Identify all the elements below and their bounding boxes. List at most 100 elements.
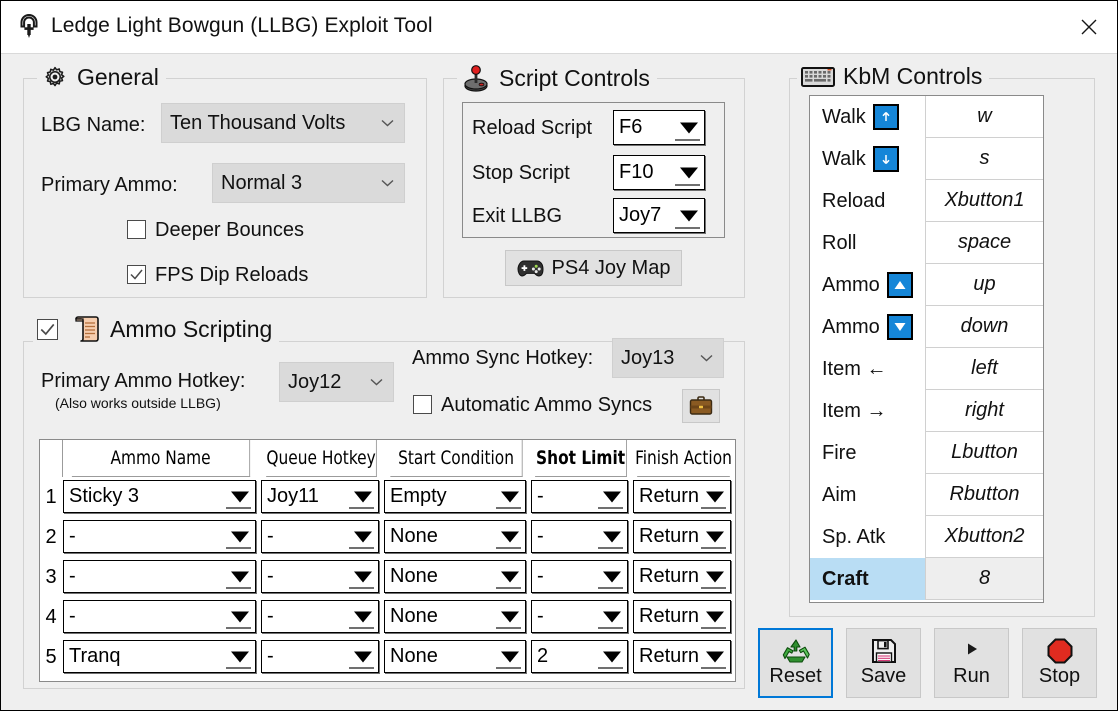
general-group-label: General <box>77 63 159 90</box>
ammo-queue-hotkey-select[interactable]: - <box>261 640 379 673</box>
combobox-underline <box>496 587 521 589</box>
kbm-action-label: Ammo <box>822 273 880 296</box>
ammo-start-condition-select[interactable]: Empty <box>384 480 526 513</box>
ammo-start-condition-select[interactable]: None <box>384 520 526 553</box>
script-controls-group-label: Script Controls <box>499 64 650 91</box>
ammo-shot-limit-select[interactable]: - <box>531 520 628 553</box>
kbm-row[interactable]: Roll space <box>810 222 1043 264</box>
ammo-sync-hotkey-value: Joy13 <box>621 346 675 369</box>
kbm-row[interactable]: Sp. Atk Xbutton2 <box>810 516 1043 558</box>
ammo-start-condition-select[interactable]: None <box>384 600 526 633</box>
primary-ammo-hotkey-note: (Also works outside LLBG) <box>55 395 221 411</box>
combobox-underline <box>701 547 726 549</box>
ammo-ammo-name-select[interactable]: - <box>63 520 256 553</box>
ammo-shot-limit-select[interactable]: 2 <box>531 640 628 673</box>
ammo-start-condition-select[interactable]: None <box>384 560 526 593</box>
gamepad-icon <box>517 259 544 278</box>
reset-button[interactable]: Reset <box>758 628 833 698</box>
ammo-start-condition-select[interactable]: None <box>384 640 526 673</box>
kbm-row[interactable]: Walk s <box>810 138 1043 180</box>
automatic-ammo-syncs-checkbox[interactable] <box>413 395 432 414</box>
triangle-down-icon <box>354 611 372 622</box>
kbm-row[interactable]: Ammo down <box>810 306 1043 348</box>
kbm-action-cell: Ammo <box>810 264 925 306</box>
kbm-row[interactable]: Aim Rbutton <box>810 474 1043 516</box>
ammo-queue-hotkey-select[interactable]: - <box>261 520 379 553</box>
exit-llbg-select[interactable]: Joy7 <box>613 198 705 233</box>
bowgun-icon <box>13 11 45 43</box>
triangle-down-icon <box>706 611 724 622</box>
ammo-finish-action-select[interactable]: Return <box>633 520 731 553</box>
save-button[interactable]: Save <box>846 628 921 698</box>
fps-dip-reloads-checkbox[interactable] <box>127 265 146 284</box>
kbm-key-label: space <box>957 231 1012 253</box>
reset-label: Reset <box>769 665 822 687</box>
kbm-row[interactable]: Fire Lbutton <box>810 432 1043 474</box>
ammo-sync-briefcase-button[interactable] <box>682 389 720 423</box>
ammo-row-number: 2 <box>45 525 57 548</box>
combobox-underline <box>598 587 623 589</box>
reload-script-select[interactable]: F6 <box>613 110 705 145</box>
ammo-shot-limit-select[interactable]: - <box>531 560 628 593</box>
triangle-down-icon <box>501 531 519 542</box>
stop-script-select[interactable]: F10 <box>613 155 705 190</box>
ammo-queue-hotkey-value: - <box>267 565 274 587</box>
triangle-down-icon <box>603 531 621 542</box>
ammo-table-divider <box>62 440 63 477</box>
ammo-ammo-name-select[interactable]: Tranq <box>63 640 256 673</box>
ammo-finish-action-select[interactable]: Return <box>633 600 731 633</box>
ammo-finish-action-select[interactable]: Return <box>633 480 731 513</box>
ammo-queue-hotkey-select[interactable]: - <box>261 560 379 593</box>
ammo-ammo-name-select[interactable]: - <box>63 600 256 633</box>
combobox-underline <box>701 627 726 629</box>
ammo-shot-limit-value: - <box>537 485 544 507</box>
ammo-ammo-name-select[interactable]: Sticky 3 <box>63 480 256 513</box>
triangle-up-icon <box>886 272 913 298</box>
combobox-underline <box>226 627 251 629</box>
kbm-key-label: Lbutton <box>951 441 1018 463</box>
triangle-down-icon <box>501 611 519 622</box>
kbm-row[interactable]: Item → right <box>810 390 1043 432</box>
ammo-scripting-checkbox[interactable] <box>37 318 58 340</box>
triangle-down-icon <box>501 571 519 582</box>
automatic-ammo-syncs-label: Automatic Ammo Syncs <box>441 394 653 416</box>
kbm-action-label: Item → <box>822 399 887 422</box>
deeper-bounces-checkbox[interactable] <box>127 220 146 239</box>
triangle-down-icon <box>603 491 621 502</box>
triangle-down-icon <box>706 571 724 582</box>
run-button[interactable]: Run <box>934 628 1009 698</box>
arrow-down-thin-icon <box>872 146 899 172</box>
kbm-row[interactable]: Reload Xbutton1 <box>810 180 1043 222</box>
stop-script-value: F10 <box>619 161 654 183</box>
primary-ammo-hotkey-select[interactable]: Joy12 <box>279 362 394 402</box>
general-group-title: General <box>37 63 166 91</box>
kbm-row[interactable]: Ammo up <box>810 264 1043 306</box>
ammo-ammo-name-select[interactable]: - <box>63 560 256 593</box>
ps4-joy-map-button[interactable]: PS4 Joy Map <box>505 250 682 286</box>
kbm-action-cell: Walk <box>810 96 925 138</box>
ammo-shot-limit-select[interactable]: - <box>531 600 628 633</box>
ammo-finish-action-select[interactable]: Return <box>633 560 731 593</box>
combobox-underline <box>701 667 726 669</box>
kbm-row[interactable]: Item ← left <box>810 348 1043 390</box>
recycle-icon <box>782 638 810 664</box>
ammo-start-condition-value: None <box>390 605 438 627</box>
gear-icon <box>41 63 69 91</box>
ammo-shot-limit-select[interactable]: - <box>531 480 628 513</box>
ammo-sync-hotkey-select[interactable]: Joy13 <box>612 338 724 378</box>
ammo-queue-hotkey-value: - <box>267 605 274 627</box>
primary-ammo-select[interactable]: Normal 3 <box>212 163 405 203</box>
kbm-row[interactable]: Walk w <box>810 96 1043 138</box>
close-button[interactable] <box>1061 1 1117 53</box>
floppy-disk-icon <box>871 638 897 664</box>
kbm-row[interactable]: Craft 8 <box>810 558 1043 600</box>
close-icon <box>1079 17 1099 37</box>
ammo-queue-hotkey-select[interactable]: - <box>261 600 379 633</box>
kbm-action-cell: Item → <box>810 390 925 432</box>
ammo-queue-hotkey-select[interactable]: Joy11 <box>261 480 379 513</box>
kbm-key-cell: Xbutton2 <box>925 516 1043 558</box>
ammo-ammo-name-value: - <box>69 565 76 587</box>
stop-button[interactable]: Stop <box>1022 628 1097 698</box>
ammo-finish-action-select[interactable]: Return <box>633 640 731 673</box>
lbg-name-select[interactable]: Ten Thousand Volts <box>161 103 405 143</box>
